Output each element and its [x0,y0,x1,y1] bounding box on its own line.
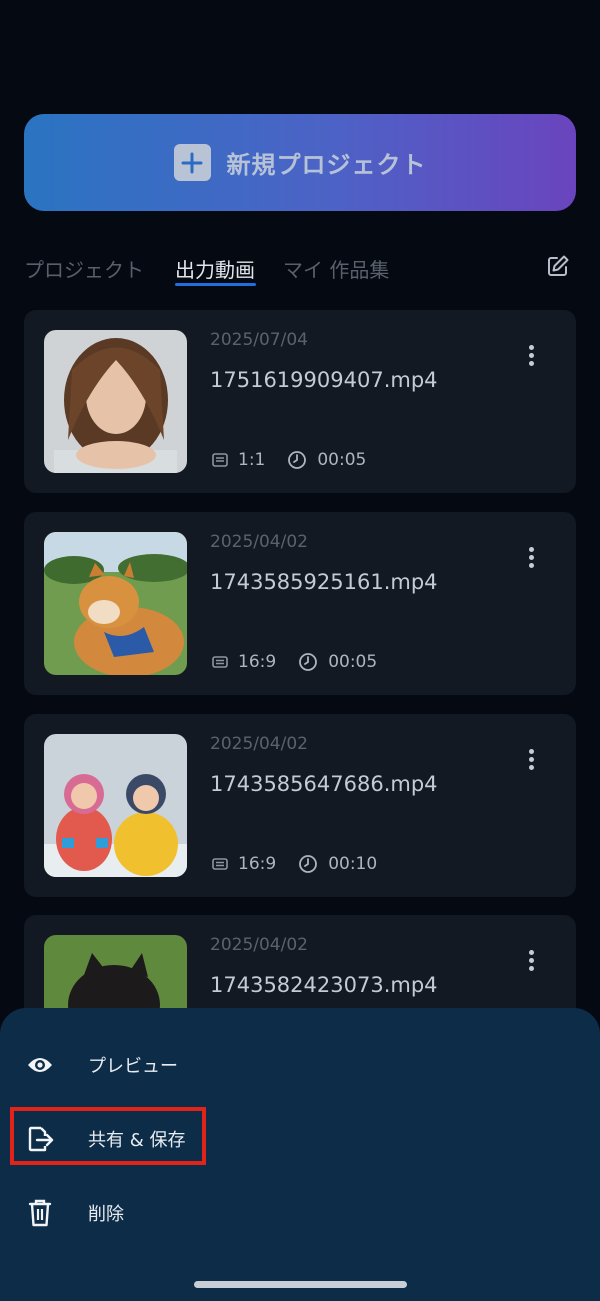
delete-menu-item[interactable]: 削除 [0,1183,600,1243]
video-duration: 00:05 [328,652,378,672]
more-options-icon[interactable] [526,950,538,974]
video-filename: 1743585647686.mp4 [210,772,438,796]
more-options-icon[interactable] [526,345,538,369]
aspect-ratio-icon [212,656,228,668]
video-meta: 1:1 00:05 [212,450,366,470]
more-options-icon[interactable] [526,749,538,773]
clock-icon [299,653,318,671]
video-meta: 16:9 00:05 [212,652,377,672]
aspect-ratio-icon [212,858,228,870]
video-ratio: 16:9 [238,652,277,672]
video-duration: 00:10 [328,854,378,874]
video-thumbnail [44,330,187,473]
aspect-ratio-icon [212,453,228,467]
video-duration: 00:05 [317,450,367,470]
video-date: 2025/04/02 [210,532,308,552]
video-date: 2025/04/02 [210,734,308,754]
tab-output-videos[interactable]: 出力動画 [175,254,255,283]
video-ratio: 1:1 [238,450,266,470]
delete-label: 削除 [88,1204,124,1225]
video-date: 2025/07/04 [210,330,308,350]
video-thumbnail [44,532,187,675]
plus-icon [173,144,211,181]
video-filename: 1743585925161.mp4 [210,570,438,594]
home-indicator[interactable] [194,1281,407,1288]
clock-icon [299,855,318,873]
video-thumbnail [44,734,187,877]
preview-menu-item[interactable]: プレビュー [0,1035,600,1095]
eye-icon [25,1050,55,1080]
video-meta: 16:9 00:10 [212,854,377,874]
new-project-label: 新規プロジェクト [226,151,427,179]
tab-projects[interactable]: プロジェクト [24,254,144,283]
clock-icon [288,451,307,469]
video-date: 2025/04/02 [210,935,308,955]
tab-my-works[interactable]: マイ 作品集 [283,254,389,283]
active-tab-indicator [175,283,256,286]
video-filename: 1743582423073.mp4 [210,973,438,997]
trash-icon [25,1198,55,1228]
video-card[interactable]: 2025/04/02 1743585647686.mp4 16:9 00:10 [24,714,576,897]
more-options-icon[interactable] [526,547,538,571]
preview-label: プレビュー [88,1056,178,1077]
video-ratio: 16:9 [238,854,277,874]
new-project-button[interactable]: 新規プロジェクト [24,114,576,211]
video-card[interactable]: 2025/07/04 1751619909407.mp4 1:1 00:05 [24,310,576,493]
highlight-box [10,1107,206,1165]
tab-bar: プロジェクト 出力動画 マイ 作品集 [24,250,576,290]
video-filename: 1751619909407.mp4 [210,368,438,392]
edit-icon[interactable] [546,254,570,278]
video-card[interactable]: 2025/04/02 1743585925161.mp4 16:9 00:05 [24,512,576,695]
